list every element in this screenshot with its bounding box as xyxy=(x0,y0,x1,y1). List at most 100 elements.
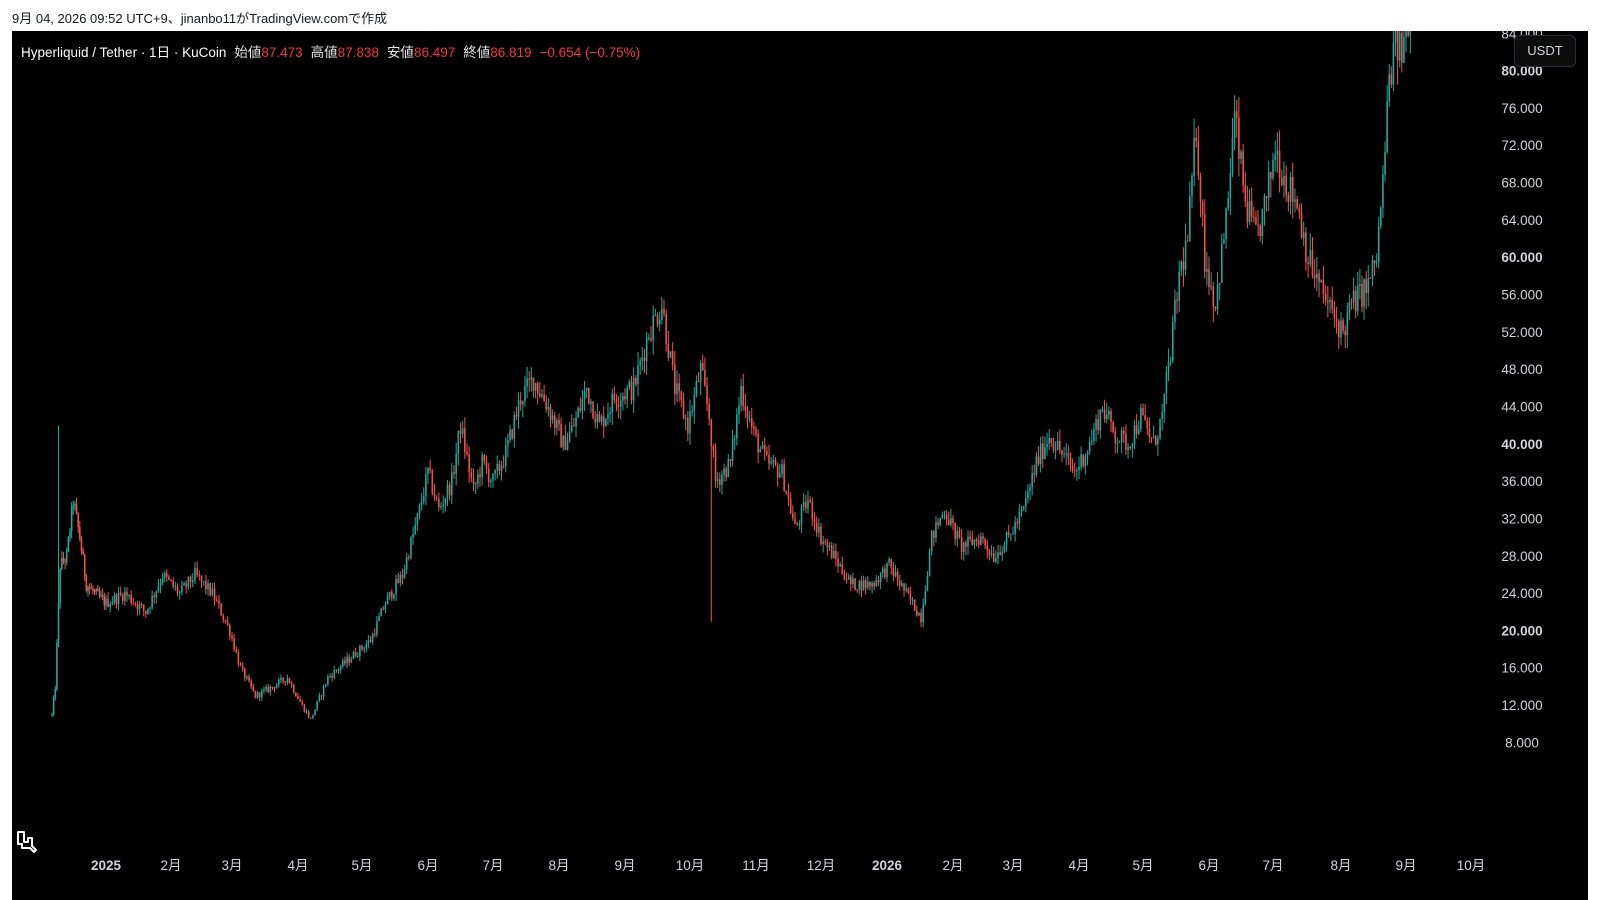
candle-body xyxy=(680,391,683,401)
candle-body xyxy=(1214,306,1217,310)
candle-body xyxy=(1140,407,1142,430)
candle-body xyxy=(824,541,827,543)
candle-body xyxy=(1311,249,1314,275)
candle-body xyxy=(1233,111,1236,138)
candle-body xyxy=(1382,174,1384,208)
candle-body xyxy=(761,444,764,449)
candle-body xyxy=(359,645,361,657)
candle-body xyxy=(363,648,365,650)
candle-body xyxy=(820,526,822,545)
candle-body xyxy=(1101,409,1104,411)
chart-frame[interactable]: 84.00080.00076.00072.00068.00064.00060.0… xyxy=(12,31,1588,900)
candle-body xyxy=(397,579,399,583)
candle-body xyxy=(911,599,914,601)
candle-body xyxy=(712,446,715,451)
candle-body xyxy=(854,578,856,590)
candle-body xyxy=(479,474,481,478)
candle-body xyxy=(779,473,781,478)
candle-body xyxy=(121,594,124,601)
candle-body xyxy=(952,518,954,523)
candle-body xyxy=(617,404,620,407)
candle-body xyxy=(886,562,888,578)
candle-body xyxy=(858,580,861,590)
x-tick-label: 4月 xyxy=(1068,858,1089,873)
candle-body xyxy=(405,557,408,570)
candle-body xyxy=(695,381,698,395)
candle-body xyxy=(755,428,757,434)
candle-body xyxy=(661,308,663,320)
candle-body xyxy=(513,415,516,439)
candle-body xyxy=(1056,440,1059,450)
candle-body xyxy=(905,588,907,591)
candle-body xyxy=(170,579,172,581)
candle-body xyxy=(596,414,599,423)
candle-body xyxy=(553,415,556,428)
candle-body xyxy=(267,686,269,692)
candle-body xyxy=(350,658,353,663)
candle-body xyxy=(723,468,725,475)
candle-body xyxy=(229,624,231,636)
candle-body xyxy=(1363,279,1365,307)
candle-body xyxy=(639,360,641,366)
candle-body xyxy=(286,678,289,683)
candle-body xyxy=(1078,466,1080,471)
candle-body xyxy=(926,576,929,592)
candle-body xyxy=(88,587,91,589)
candle-body xyxy=(442,504,444,507)
candle-body xyxy=(1365,279,1367,293)
candle-body xyxy=(331,675,333,678)
candle-body xyxy=(1263,196,1266,210)
candle-body xyxy=(75,504,78,514)
candle-body xyxy=(1283,176,1285,186)
candle-body xyxy=(138,604,141,610)
candle-body xyxy=(729,459,732,461)
candle-body xyxy=(1344,330,1346,336)
candle-body xyxy=(356,656,359,658)
candle-body xyxy=(1184,240,1187,270)
candle-body xyxy=(87,587,89,591)
candle-body xyxy=(77,513,79,527)
tradingview-logo-icon[interactable] xyxy=(14,826,40,856)
candle-body xyxy=(243,668,246,679)
candle-body xyxy=(196,568,198,575)
candle-body xyxy=(962,542,965,553)
candle-body xyxy=(1248,200,1251,222)
price-chart[interactable]: 84.00080.00076.00072.00068.00064.00060.0… xyxy=(12,31,1588,900)
candle-body xyxy=(98,591,101,596)
candle-body xyxy=(1186,240,1189,242)
candle-body xyxy=(1165,371,1168,394)
candle-body xyxy=(1212,286,1215,307)
candle-body xyxy=(650,338,652,341)
candle-body xyxy=(1261,209,1264,236)
candle-body xyxy=(498,463,501,472)
candle-body xyxy=(1242,151,1244,186)
candle-body xyxy=(1373,260,1376,264)
candle-body xyxy=(549,406,552,420)
candle-body xyxy=(361,645,363,649)
candle-body xyxy=(809,499,811,502)
candle-body xyxy=(333,669,336,678)
candle-body xyxy=(367,640,370,645)
candle-body xyxy=(515,415,518,417)
candle-body xyxy=(209,583,212,596)
candle-body xyxy=(299,698,301,702)
candle-body xyxy=(65,550,68,562)
candle-body xyxy=(310,717,312,719)
x-tick-label: 12月 xyxy=(807,858,836,873)
candle-body xyxy=(459,430,462,434)
candle-body xyxy=(1405,31,1407,37)
candle-body xyxy=(1246,201,1249,222)
candle-body xyxy=(1193,137,1195,177)
candle-body xyxy=(1396,31,1399,61)
candle-body xyxy=(725,468,727,478)
candle-body xyxy=(805,501,807,509)
candle-body xyxy=(1035,456,1038,475)
currency-button[interactable]: USDT xyxy=(1514,35,1576,67)
candle-body xyxy=(275,684,278,689)
legend-open-value: 87.473 xyxy=(261,45,303,60)
candle-body xyxy=(490,480,492,483)
candle-body xyxy=(656,315,659,325)
candle-body xyxy=(457,430,460,455)
candle-body xyxy=(541,394,543,397)
candle-body xyxy=(145,610,147,615)
